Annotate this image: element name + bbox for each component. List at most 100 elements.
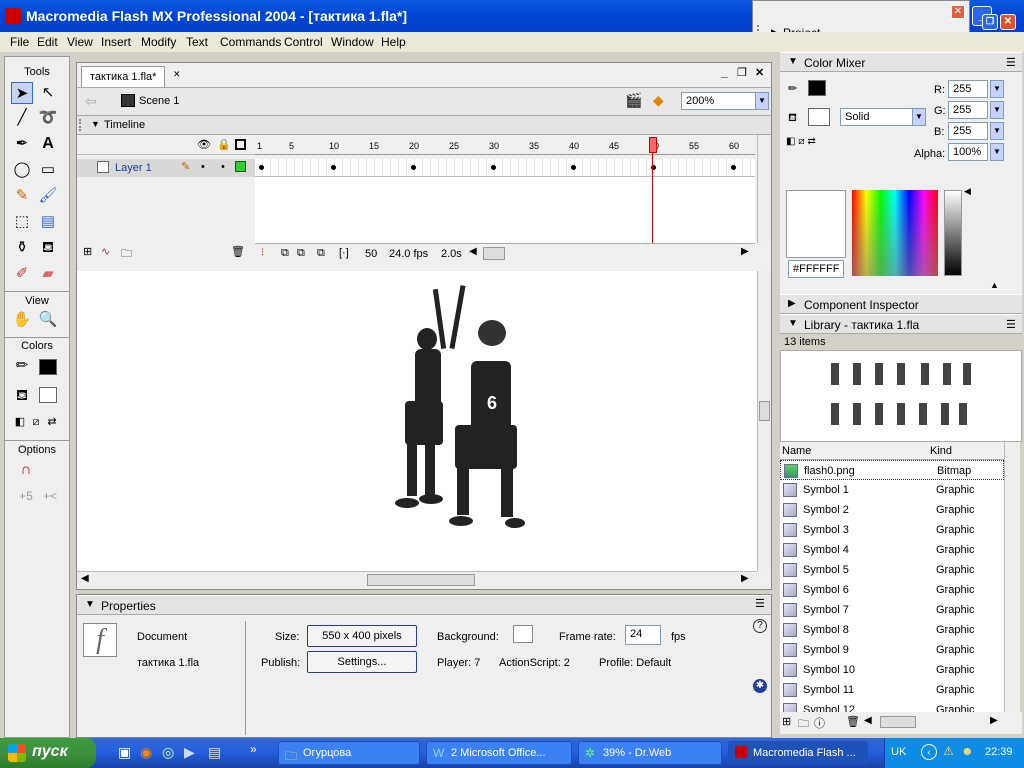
onion-skin-icon[interactable]: ⧉: [281, 247, 289, 260]
library-item[interactable]: Symbol 4 Graphic: [780, 540, 1004, 560]
insert-layer-icon[interactable]: ⊞: [83, 245, 92, 258]
insert-folder-icon[interactable]: 🗀: [121, 245, 132, 264]
library-item[interactable]: Symbol 11 Graphic: [780, 680, 1004, 700]
library-hscroll-thumb[interactable]: [880, 716, 916, 728]
delete-layer-icon[interactable]: 🗑: [231, 245, 245, 258]
size-button[interactable]: 550 x 400 pixels: [307, 625, 417, 647]
menu-commands[interactable]: Commands: [220, 35, 281, 49]
task-flash[interactable]: Macromedia Flash ...: [728, 741, 868, 765]
quicklaunch-firefox-icon[interactable]: ◉: [140, 744, 152, 761]
color-spectrum[interactable]: [852, 190, 938, 276]
stroke-swatch[interactable]: [808, 80, 826, 96]
edit-symbols-icon[interactable]: ◆: [653, 92, 664, 109]
library-item[interactable]: Symbol 8 Graphic: [780, 620, 1004, 640]
hand-tool-icon[interactable]: ✋: [11, 309, 33, 331]
zoom-tool-icon[interactable]: 🔍: [37, 309, 59, 331]
r-dropdown-icon[interactable]: ▼: [990, 80, 1004, 98]
keyframe[interactable]: [331, 165, 336, 170]
g-dropdown-icon[interactable]: ▼: [990, 101, 1004, 119]
menu-view[interactable]: View: [67, 35, 93, 49]
scroll-left-icon[interactable]: ◀: [864, 715, 872, 726]
menu-window[interactable]: Window: [331, 35, 374, 49]
menu-edit[interactable]: Edit: [37, 35, 58, 49]
free-transform-tool-icon[interactable]: ⬚: [11, 211, 33, 233]
alpha-dropdown-icon[interactable]: ▼: [990, 143, 1004, 161]
quicklaunch-desktop-icon[interactable]: ▣: [118, 744, 131, 761]
scroll-right-icon[interactable]: ▶: [741, 573, 749, 584]
layer-lock-dot[interactable]: •: [221, 161, 225, 173]
menu-control[interactable]: Control: [284, 35, 323, 49]
fill-color-swatch[interactable]: [39, 387, 57, 403]
panel-options-icon[interactable]: ☰: [1006, 56, 1016, 69]
brightness-slider-handle[interactable]: ◀: [964, 186, 971, 197]
mixer-collapse-icon[interactable]: ▲: [990, 280, 999, 290]
library-item[interactable]: Symbol 2 Graphic: [780, 500, 1004, 520]
task-ogurtsova[interactable]: 🗀 Огурцова: [278, 741, 420, 765]
document-tab[interactable]: тактика 1.fla*: [81, 66, 166, 88]
library-item[interactable]: Symbol 7 Graphic: [780, 600, 1004, 620]
selection-tool-icon[interactable]: ➤: [11, 82, 33, 104]
restore-button[interactable]: ❐: [982, 14, 998, 30]
layer-row[interactable]: Layer 1 ✎ • •: [77, 159, 255, 177]
doc-minimize-icon[interactable]: _: [721, 65, 728, 79]
doc-close-icon[interactable]: ✕: [755, 66, 764, 79]
keyframe[interactable]: [731, 165, 736, 170]
project-close-button[interactable]: ✕: [951, 5, 965, 19]
alpha-field[interactable]: 100%: [948, 143, 988, 161]
library-item[interactable]: Symbol 6 Graphic: [780, 580, 1004, 600]
edit-multiple-frames-icon[interactable]: ⧉: [317, 247, 325, 260]
swap-colors-icon[interactable]: ⇄: [41, 411, 63, 433]
default-colors-icon[interactable]: ◧ ⧄ ⇄: [786, 136, 816, 147]
panel-options-icon[interactable]: ☰: [1006, 318, 1016, 331]
hex-field[interactable]: #FFFFFF: [788, 260, 844, 278]
layer-visible-dot[interactable]: •: [201, 161, 205, 173]
stage-vscroll-thumb[interactable]: [759, 401, 770, 421]
brush-tool-icon[interactable]: 🖌: [37, 185, 59, 207]
menu-modify[interactable]: Modify: [141, 35, 176, 49]
settings-button[interactable]: Settings...: [307, 651, 417, 673]
modify-onion-markers-icon[interactable]: [·]: [339, 247, 349, 259]
panel-options-icon[interactable]: ☰: [755, 597, 765, 610]
edit-scene-icon[interactable]: 🎬: [625, 92, 642, 109]
library-item[interactable]: Symbol 1 Graphic: [780, 480, 1004, 500]
subselection-tool-icon[interactable]: ↖: [37, 82, 59, 104]
eye-icon[interactable]: 👁: [197, 138, 211, 151]
fill-transform-tool-icon[interactable]: ▤: [37, 211, 59, 233]
brightness-slider[interactable]: [944, 190, 962, 276]
library-item[interactable]: Symbol 10 Graphic: [780, 660, 1004, 680]
pencil-tool-icon[interactable]: ✎: [11, 185, 33, 207]
menu-help[interactable]: Help: [381, 35, 406, 49]
rectangle-tool-icon[interactable]: ▭: [37, 159, 59, 181]
menu-file[interactable]: File: [10, 35, 29, 49]
help-icon[interactable]: ?: [753, 619, 767, 633]
layer-outline-swatch[interactable]: [235, 161, 246, 172]
library-item[interactable]: Symbol 9 Graphic: [780, 640, 1004, 660]
library-vscroll[interactable]: [1004, 442, 1020, 712]
task-drweb[interactable]: ✲ 39% - Dr.Web: [578, 741, 722, 765]
library-item[interactable]: Symbol 5 Graphic: [780, 560, 1004, 580]
snap-to-objects-icon[interactable]: ∩: [15, 459, 37, 481]
pen-tool-icon[interactable]: ✒: [11, 133, 33, 155]
onion-outline-icon[interactable]: ⧉: [297, 247, 305, 260]
back-arrow-icon[interactable]: ⇦: [85, 93, 97, 110]
library-item[interactable]: Symbol 3 Graphic: [780, 520, 1004, 540]
properties-icon[interactable]: ⓘ: [814, 715, 825, 731]
timeline-header[interactable]: ▼ Timeline: [77, 115, 771, 135]
library-col-kind[interactable]: Kind: [930, 445, 952, 457]
keyframe[interactable]: [259, 165, 264, 170]
zoom-field[interactable]: 200%: [681, 92, 757, 110]
menu-text[interactable]: Text: [186, 35, 208, 49]
frames-row[interactable]: [255, 159, 755, 177]
quicklaunch-media-icon[interactable]: ▶: [184, 744, 195, 761]
eraser-tool-icon[interactable]: ▰: [37, 263, 59, 285]
stage[interactable]: 6: [77, 271, 757, 571]
color-mixer-header[interactable]: Color Mixer: [780, 52, 1022, 72]
keyframe[interactable]: [491, 165, 496, 170]
stage-hscroll[interactable]: ◀ ▶: [77, 571, 757, 587]
frames-area[interactable]: [255, 177, 755, 243]
b-field[interactable]: 255: [948, 122, 988, 140]
scene-label[interactable]: Scene 1: [139, 95, 179, 107]
stage-vscroll[interactable]: [757, 271, 771, 571]
r-field[interactable]: 255: [948, 80, 988, 98]
g-field[interactable]: 255: [948, 101, 988, 119]
